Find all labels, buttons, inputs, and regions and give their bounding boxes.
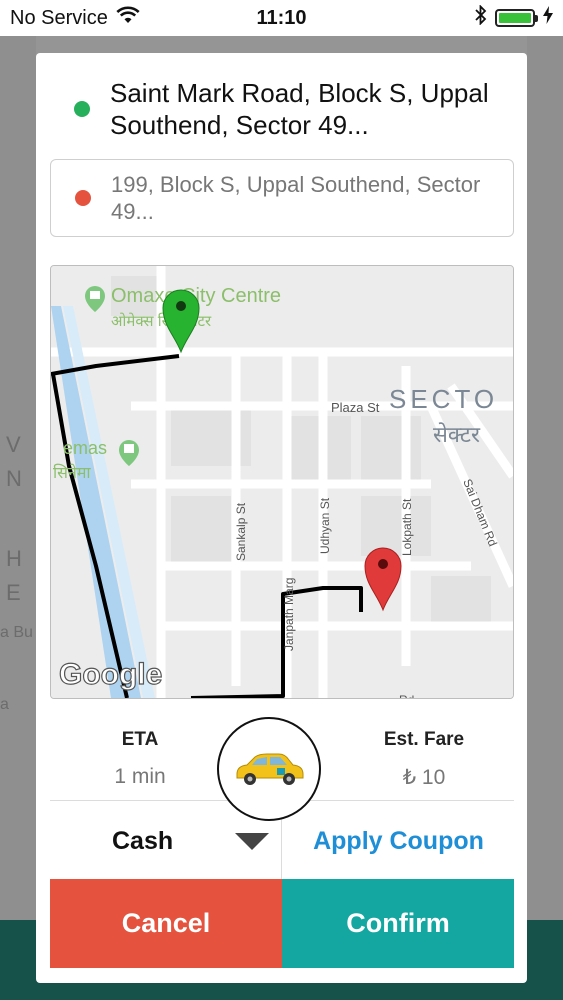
dropdown-triangle-icon	[235, 832, 269, 850]
ride-confirmation-modal: Saint Mark Road, Block S, Uppal Southend…	[36, 53, 527, 983]
background-text: a	[0, 696, 9, 713]
route-map[interactable]: Omaxe City Centre ओमेक्स सिटी सेंटर SECT…	[50, 265, 514, 699]
battery-icon	[495, 9, 538, 27]
dropoff-address-field[interactable]: 199, Block S, Uppal Southend, Sector 49.…	[50, 159, 514, 237]
apply-coupon-button[interactable]: Apply Coupon	[283, 803, 514, 879]
map-label-sector: SECTO	[389, 384, 498, 414]
status-bar: No Service 11:10	[0, 0, 563, 36]
confirm-button[interactable]: Confirm	[282, 879, 514, 968]
background-text: V	[6, 432, 21, 457]
map-label-rd: Rd	[399, 693, 414, 698]
eta-block: ETA 1 min	[50, 721, 230, 789]
google-logo: Google	[59, 658, 162, 691]
vehicle-type-badge	[217, 717, 321, 821]
pickup-address: Saint Mark Road, Block S, Uppal Southend…	[110, 78, 489, 140]
pickup-dot-icon	[74, 101, 90, 117]
background-text: a Bu	[0, 624, 33, 641]
apply-coupon-label: Apply Coupon	[313, 826, 484, 855]
dropoff-address: 199, Block S, Uppal Southend, Sector 49.…	[111, 172, 481, 224]
map-label-udhyan: Udhyan St	[318, 497, 332, 554]
fare-value: ₺ 10	[402, 766, 446, 789]
fare-block: Est. Fare ₺ 10	[334, 721, 514, 790]
wifi-icon	[116, 6, 140, 30]
payment-method-label: Cash	[112, 826, 174, 855]
map-label-janpath: Janpath Marg	[282, 578, 296, 651]
eta-label: ETA	[121, 729, 159, 750]
fare-label: Est. Fare	[383, 729, 465, 750]
map-label-cinemas: emas	[63, 438, 107, 458]
background-text: N	[6, 466, 22, 491]
map-label-plaza: Plaza St	[331, 400, 380, 415]
charging-icon	[543, 6, 553, 30]
pickup-address-row[interactable]: Saint Mark Road, Block S, Uppal Southend…	[50, 63, 514, 155]
dropoff-dot-icon	[75, 190, 91, 206]
eta-value: 1 min	[114, 765, 166, 788]
map-label-cinemas-hindi: सिनेमा	[53, 463, 91, 482]
cancel-button[interactable]: Cancel	[50, 879, 282, 968]
map-label-sector-hindi: सेक्टर	[433, 422, 481, 447]
map-canvas: Omaxe City Centre ओमेक्स सिटी सेंटर SECT…	[51, 266, 513, 698]
carrier-label: No Service	[10, 6, 108, 29]
background-text: H	[6, 546, 22, 571]
map-label-lokpath: Lokpath St	[400, 498, 414, 556]
taxi-car-icon	[236, 753, 304, 785]
bluetooth-icon	[475, 4, 487, 31]
background-text: E	[6, 580, 21, 605]
map-label-sankalp: Sankalp St	[234, 502, 248, 561]
background-right-strip	[527, 36, 563, 1000]
background-left-strip	[0, 36, 36, 1000]
action-buttons: Cancel Confirm	[50, 879, 514, 968]
